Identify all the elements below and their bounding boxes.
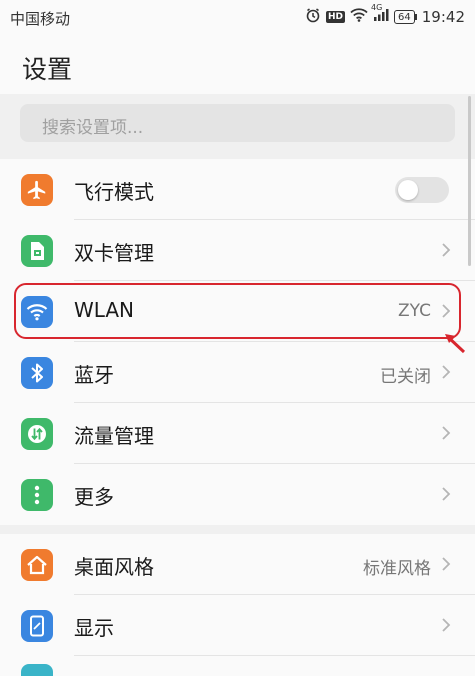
settings-item-label: 飞行模式 [74,180,154,204]
airplane-icon [21,174,53,206]
settings-section-network: 飞行模式 双卡管理 WLAN ZYC 蓝牙 已关闭 流量管理 更多 [0,159,475,525]
display-icon [21,610,53,642]
clock-time: 19:42 [421,8,465,26]
settings-item-label: 显示 [74,616,114,640]
scrollbar[interactable] [468,96,471,266]
chevron-right-icon [441,364,451,384]
home-icon [21,549,53,581]
hd-badge: HD [326,11,346,23]
bluetooth-icon [21,357,53,389]
battery-icon: 64 [394,10,415,24]
settings-item-display[interactable]: 显示 [0,595,475,656]
settings-item-label: 桌面风格 [74,555,154,579]
chevron-right-icon [441,617,451,637]
page-title: 设置 [22,55,73,84]
chevron-right-icon [441,486,451,506]
settings-item-next-partial[interactable] [0,656,475,676]
settings-item-home-style[interactable]: 桌面风格 标准风格 [0,534,475,595]
more-icon [21,479,53,511]
search-input[interactable]: 搜索设置项... [20,104,455,142]
settings-item-label: 蓝牙 [74,363,114,387]
app-header: 设置 [0,34,475,94]
annotation-arrow-icon [442,330,468,360]
settings-item-label: 更多 [74,485,114,509]
sim-card-icon [21,235,53,267]
settings-item-more[interactable]: 更多 [0,464,475,525]
settings-item-airplane-mode[interactable]: 飞行模式 [0,159,475,220]
airplane-mode-toggle[interactable] [395,177,449,203]
settings-item-label: 流量管理 [74,424,154,448]
chevron-right-icon [441,425,451,445]
bluetooth-status: 已关闭 [380,367,431,387]
data-usage-icon [21,418,53,450]
status-bar: 中国移动 HD 4G 64 19:42 [0,0,475,34]
alarm-icon [305,7,321,27]
battery-level: 64 [398,11,411,23]
battery-tip [414,14,417,20]
search-area: 搜索设置项... [0,94,475,152]
settings-item-label: 双卡管理 [74,241,154,265]
wifi-status-icon [350,8,368,26]
carrier-name: 中国移动 [10,10,71,28]
settings-item-bluetooth[interactable]: 蓝牙 已关闭 [0,342,475,403]
toggle-knob [398,180,418,200]
settings-item-data-usage[interactable]: 流量管理 [0,403,475,464]
settings-item-dual-sim[interactable]: 双卡管理 [0,220,475,281]
chevron-right-icon [441,242,451,262]
settings-section-display: 桌面风格 标准风格 显示 [0,534,475,676]
status-icons: HD 4G 64 19:42 [305,3,465,27]
home-style-value: 标准风格 [363,559,431,579]
network-type: 4G [371,3,383,12]
annotation-highlight [14,283,461,339]
signal-icon: 4G [371,3,389,26]
partial-icon [21,664,53,676]
search-placeholder: 搜索设置项... [42,118,144,138]
chevron-right-icon [441,556,451,576]
